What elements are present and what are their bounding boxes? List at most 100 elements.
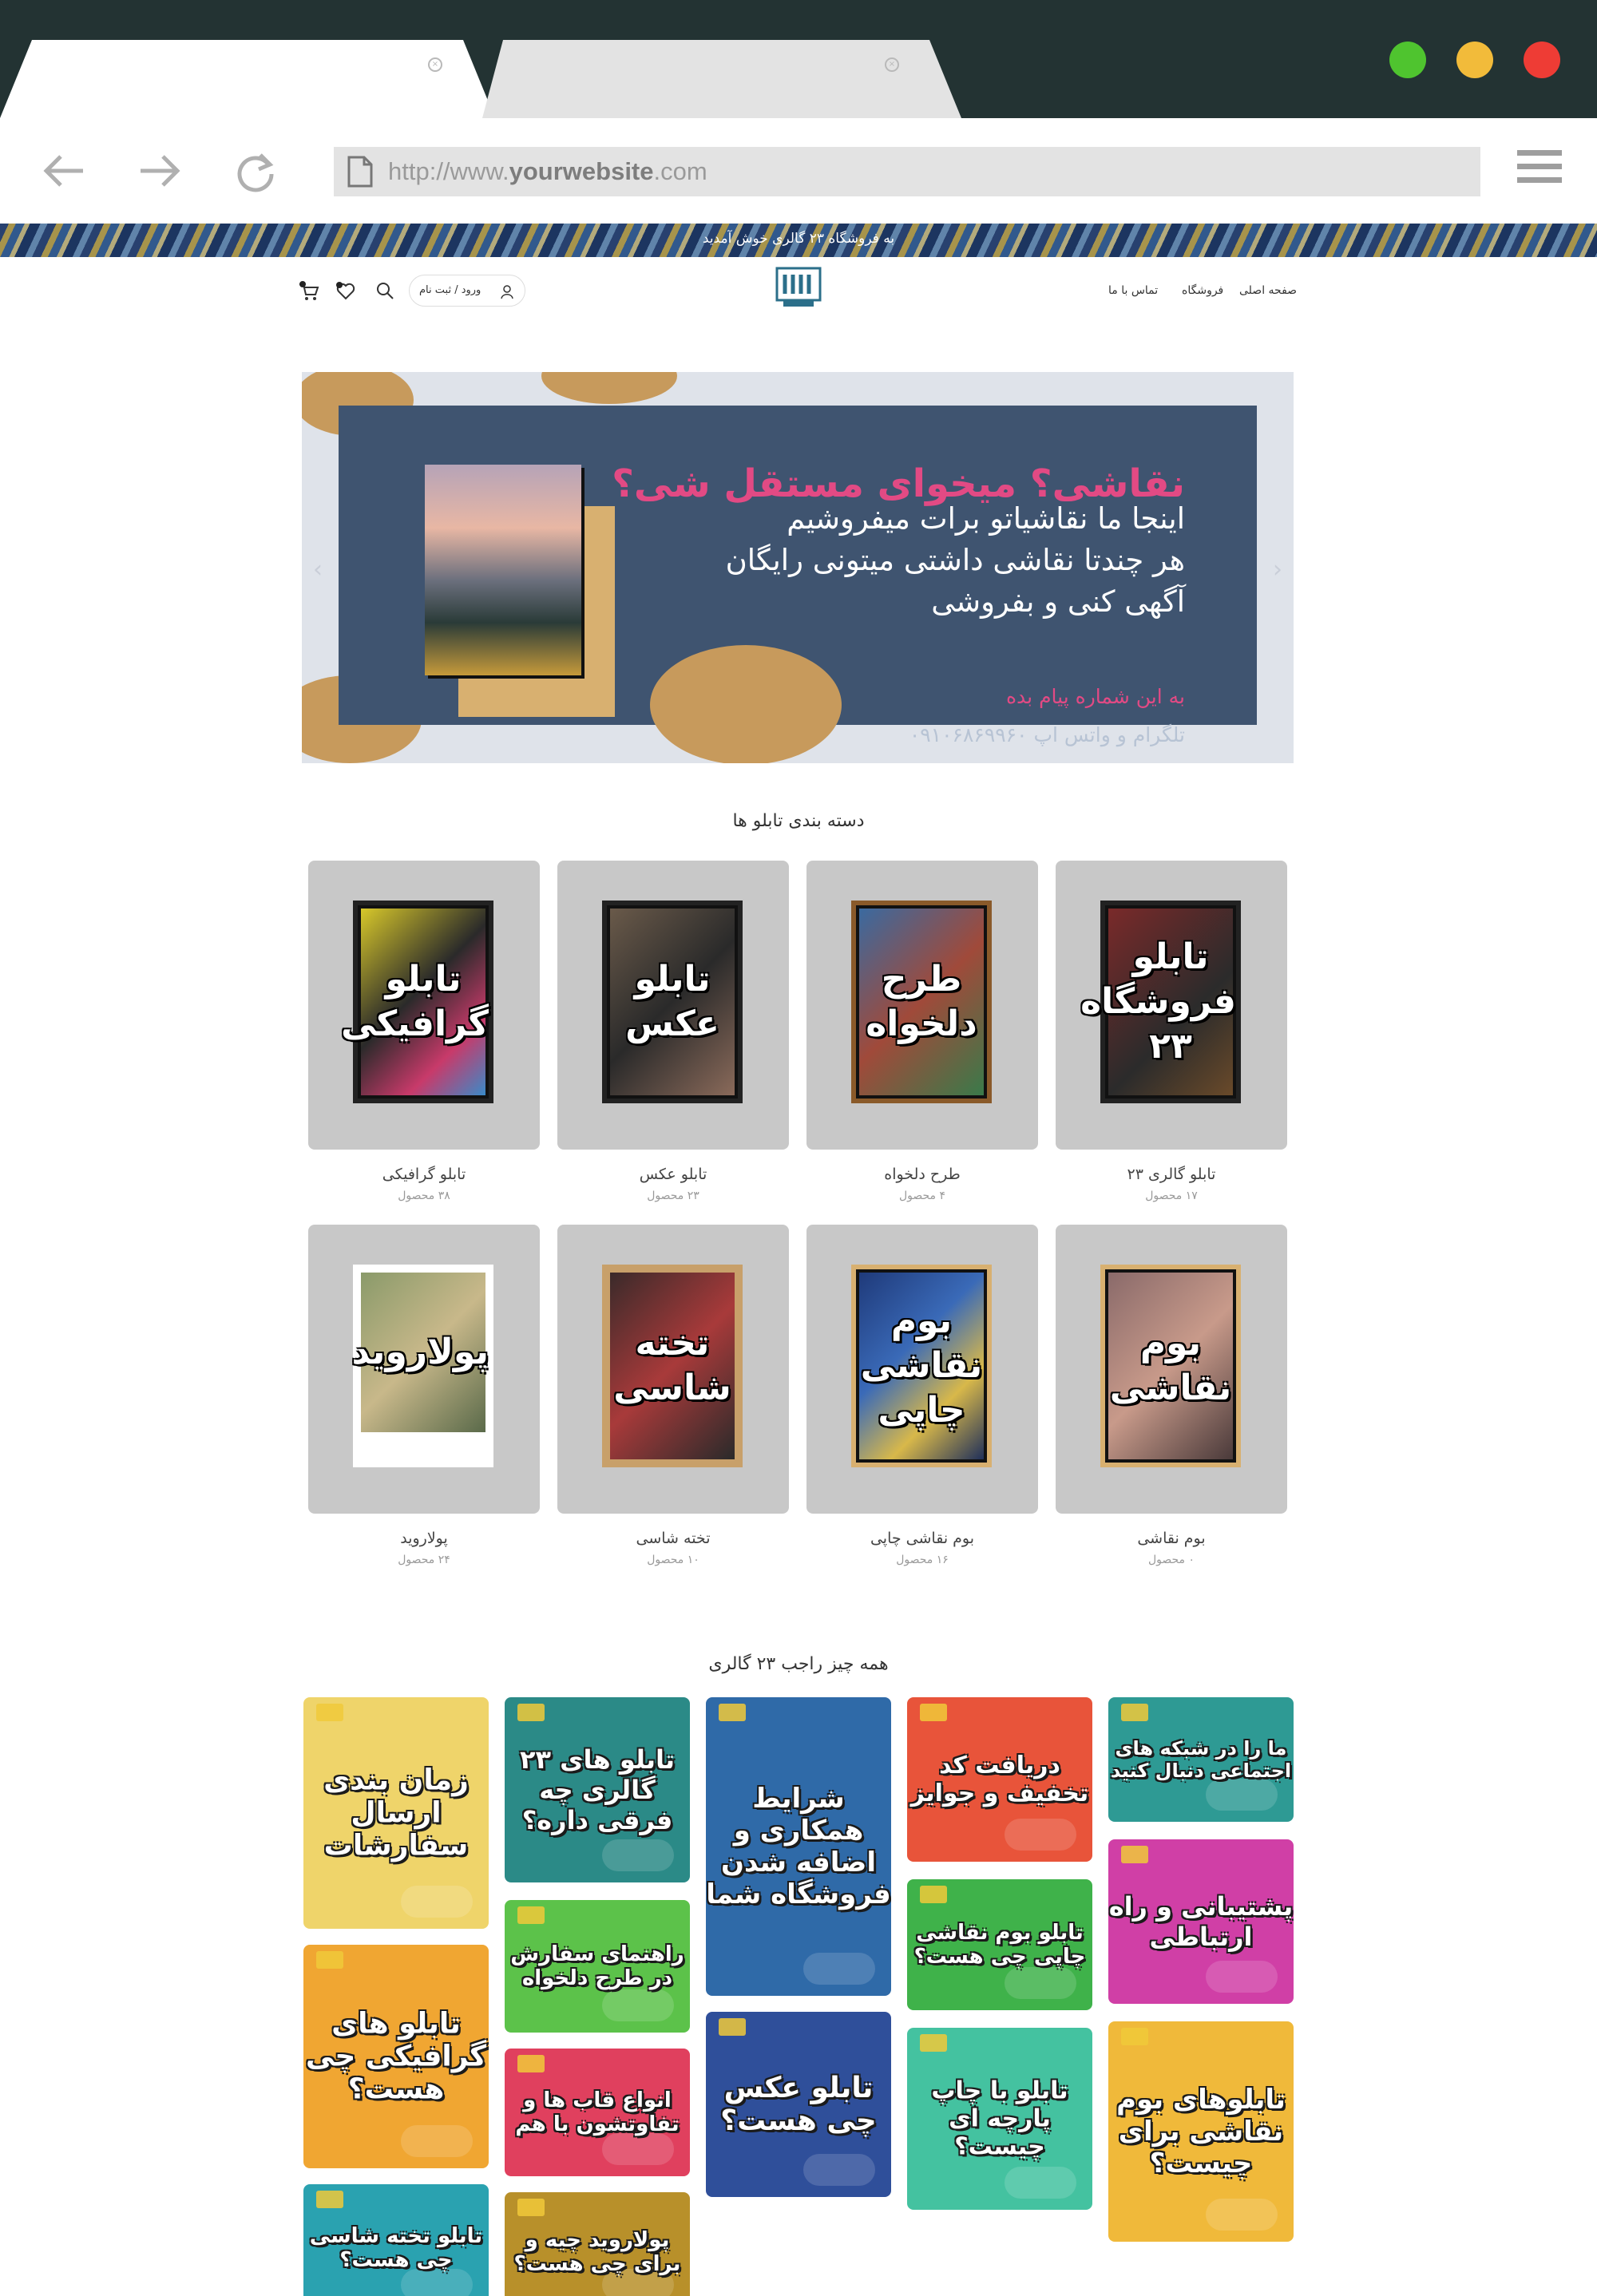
tab-close-icon[interactable]: × xyxy=(885,57,899,72)
palette-decoration xyxy=(650,645,842,763)
category-count: ۲۳ محصول xyxy=(647,1190,699,1202)
blog-tile[interactable]: شرایط همکاری و اضافه شدن فروشگاه شما xyxy=(706,1697,891,1996)
category-art-text: تابلو عکس xyxy=(625,959,719,1044)
blog-heading: همه چیز راجب ۲۳ گالری xyxy=(708,1654,889,1674)
cart-icon[interactable] xyxy=(297,279,321,303)
category-art-text: بوم نقاشی چاپی xyxy=(860,1300,983,1431)
palette-decoration xyxy=(541,372,677,404)
window-maximize-dot[interactable] xyxy=(1389,42,1426,78)
address-bar[interactable]: http://www.yourwebsite.com xyxy=(334,147,1480,196)
search-icon[interactable] xyxy=(374,279,398,303)
category-art-text: تخته شاسی xyxy=(613,1323,731,1408)
blog-tile[interactable]: پشتیبانی و راه ارتباطی xyxy=(1108,1839,1294,2004)
category-art-text: طرح دلخواه xyxy=(866,959,977,1044)
blog-tile[interactable]: دریافت کد تخفیف و جوایز xyxy=(907,1697,1092,1862)
blog-tile-text: تابلو با چاپ پارچه ای چیست؟ xyxy=(931,2076,1068,2161)
blog-tile[interactable]: پولاروید چیه و برای چی هست؟ xyxy=(505,2192,690,2296)
category-name[interactable]: تابلو عکس xyxy=(557,1166,789,1183)
blog-tile-text: تابلو عکس چی هست؟ xyxy=(720,2072,877,2137)
category-count: ۱۷ محصول xyxy=(1145,1190,1198,1202)
blog-tile-text: تابلوهای بوم نقاشی برای چیست؟ xyxy=(1116,2084,1286,2179)
browser-window: × × http://www.yourwebsite.com به فروشگا… xyxy=(0,0,1597,2296)
blog-tile[interactable]: تابلو بوم نقاشی چاپی چی هست؟ xyxy=(907,1879,1092,2010)
wishlist-heart-icon[interactable] xyxy=(334,279,358,303)
hero-banner[interactable]: نقاشی؟ میخوای مستقل شی؟ اینجا ما نقاشیات… xyxy=(302,372,1294,763)
url-text[interactable]: http://www.yourwebsite.com xyxy=(388,157,707,186)
blog-tile-text: پولاروید چیه و برای چی هست؟ xyxy=(513,2228,681,2276)
hamburger-menu-icon[interactable] xyxy=(1517,150,1562,185)
category-name[interactable]: بوم نقاشی چاپی xyxy=(806,1530,1038,1547)
announcement-bar: به فروشگاه ۲۳ گالری خوش آمدید xyxy=(0,224,1597,257)
category-name[interactable]: تخته شاسی xyxy=(557,1530,789,1547)
category-art-text: پولاروید xyxy=(351,1332,489,1372)
hero-panel: نقاشی؟ میخوای مستقل شی؟ اینجا ما نقاشیات… xyxy=(339,406,1257,763)
blog-tile[interactable]: زمان بندی ارسال سفارشات xyxy=(303,1697,489,1929)
tab-inactive[interactable]: × xyxy=(482,40,961,118)
category-count: ۴ محصول xyxy=(898,1190,946,1202)
blog-tile-text: زمان بندی ارسال سفارشات xyxy=(323,1764,469,1863)
blog-tile-text: راهنمای سفارش در طرح دلخواه xyxy=(510,1942,684,1990)
blog-tile-text: تابلو تخته شاسی چی هست؟ xyxy=(309,2224,483,2272)
url-domain: yourwebsite xyxy=(509,157,654,185)
hero-title: نقاشی؟ میخوای مستقل شی؟ xyxy=(612,461,1185,506)
tab-close-icon[interactable]: × xyxy=(428,57,442,72)
login-label: ورود / ثبت نام xyxy=(419,284,481,296)
window-minimize-dot[interactable] xyxy=(1456,42,1493,78)
login-register-button[interactable]: ورود / ثبت نام xyxy=(409,275,525,307)
nav-home-link[interactable]: صفحه اصلی xyxy=(1239,284,1297,297)
blog-tile[interactable]: انواع قاب ها و تفاوتشون با هم xyxy=(505,2049,690,2176)
painting-image xyxy=(425,465,581,675)
blog-tile[interactable]: ما را در شبکه های اجتماعی دنبال کنید xyxy=(1108,1697,1294,1822)
tab-active[interactable]: × xyxy=(0,40,495,118)
blog-tile[interactable]: تابلو تخته شاسی چی هست؟ xyxy=(303,2184,489,2296)
categories-heading: دسته بندی تابلو ها xyxy=(732,811,865,831)
blog-tile-text: دریافت کد تخفیف و جوایز xyxy=(910,1752,1089,1807)
category-name[interactable]: بوم نقاشی xyxy=(1056,1530,1287,1547)
hero-line-2: هر چندتا نقاشی داشتی میتونی رایگان xyxy=(725,543,1185,577)
site-logo[interactable] xyxy=(769,265,828,310)
hero-subline-2: تلگرام و واتس اپ ۰۹۱۰۶۸۶۹۹۶۰ xyxy=(909,723,1185,746)
blog-tile-text: تابلو بوم نقاشی چاپی چی هست؟ xyxy=(913,1921,1086,1969)
reload-icon[interactable] xyxy=(232,147,279,195)
blog-tile[interactable]: تابلو های گرافیکی چی هست؟ xyxy=(303,1945,489,2168)
category-count: ۰ محصول xyxy=(1147,1554,1195,1566)
category-name[interactable]: تابلو گالری ۲۳ xyxy=(1056,1166,1287,1183)
back-arrow-icon[interactable] xyxy=(40,147,88,195)
hero-subline-1: به این شماره پیام بده xyxy=(1005,685,1185,708)
blog-tile[interactable]: راهنمای سفارش در طرح دلخواه xyxy=(505,1900,690,2033)
blog-tile-text: ما را در شبکه های اجتماعی دنبال کنید xyxy=(1110,1737,1292,1782)
blog-tile[interactable]: تابلوهای بوم نقاشی برای چیست؟ xyxy=(1108,2021,1294,2242)
category-count: ۳۸ محصول xyxy=(398,1190,450,1202)
tab-shape-active xyxy=(0,40,495,118)
nav-contact-link[interactable]: تماس با ما xyxy=(1108,284,1158,297)
nav-shop-link[interactable]: فروشگاه xyxy=(1182,284,1223,297)
user-icon xyxy=(501,285,513,299)
blog-tile-text: تابلو های ۲۳ گالری چه فرقی داره؟ xyxy=(519,1744,676,1835)
forward-arrow-icon[interactable] xyxy=(136,147,184,195)
category-count: ۱۰ محصول xyxy=(647,1554,699,1566)
blog-tile[interactable]: تابلو های ۲۳ گالری چه فرقی داره؟ xyxy=(505,1697,690,1882)
blog-tile-text: پشتیبانی و راه ارتباطی xyxy=(1108,1891,1294,1952)
slider-prev-icon[interactable]: ‹ xyxy=(313,556,323,584)
window-close-dot[interactable] xyxy=(1524,42,1560,78)
blog-tile-text: انواع قاب ها و تفاوتشون با هم xyxy=(515,2088,680,2136)
category-count: ۱۶ محصول xyxy=(896,1554,949,1566)
blog-tile[interactable]: تابلو با چاپ پارچه ای چیست؟ xyxy=(907,2028,1092,2210)
announcement-text: به فروشگاه ۲۳ گالری خوش آمدید xyxy=(702,231,895,247)
tab-shape-inactive xyxy=(482,40,961,118)
hero-line-3: آگهی کنی و بفروشی xyxy=(931,584,1185,619)
category-art-text: تابلو فروشگاه ۲۳ xyxy=(1080,936,1236,1067)
site-header: صفحه اصلی فروشگاه تماس با ما ورود / ثبت … xyxy=(0,257,1597,343)
category-name[interactable]: تابلو گرافیکی xyxy=(308,1166,540,1183)
blog-tile-text: شرایط همکاری و اضافه شدن فروشگاه شما xyxy=(706,1783,891,1910)
blog-tile[interactable]: تابلو عکس چی هست؟ xyxy=(706,2012,891,2197)
category-art-text: تابلو گرافیکی xyxy=(341,959,489,1044)
page-icon xyxy=(347,156,373,188)
category-count: ۲۴ محصول xyxy=(398,1554,450,1566)
category-name[interactable]: پولاروید xyxy=(308,1530,540,1547)
web-page: به فروشگاه ۲۳ گالری خوش آمدید صفحه اصلی … xyxy=(0,224,1597,2296)
hero-line-1: اینجا ما نقاشیاتو برات میفروشیم xyxy=(787,501,1185,536)
category-name[interactable]: طرح دلخواه xyxy=(806,1166,1038,1183)
browser-titlebar: × × xyxy=(0,0,1597,118)
slider-next-icon[interactable]: › xyxy=(1273,556,1282,584)
